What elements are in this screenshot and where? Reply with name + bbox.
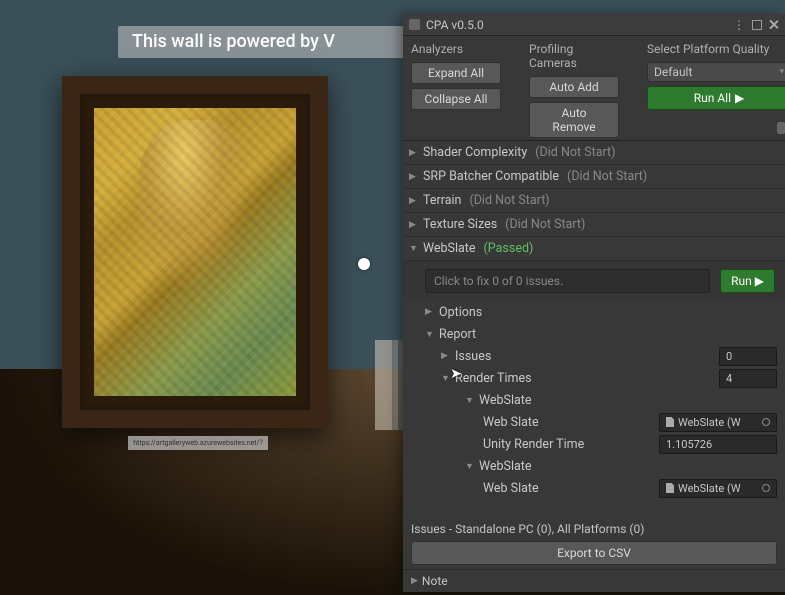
analyzer-tree: ▶ Shader Complexity (Did Not Start) ▶ SR…: [403, 140, 785, 499]
toolbar: Analyzers Expand All Collapse All Profil…: [403, 36, 785, 140]
cameras-header: Profiling Cameras: [529, 40, 619, 72]
render-times-value: 4: [719, 369, 777, 388]
maximize-icon[interactable]: [752, 20, 762, 30]
auto-remove-button[interactable]: Auto Remove: [529, 102, 619, 138]
expand-icon[interactable]: ▶: [409, 172, 419, 182]
webslate-group-1[interactable]: ▼ WebSlate: [403, 389, 785, 411]
run-button[interactable]: Run ▶: [720, 269, 775, 293]
collapse-icon[interactable]: ▼: [425, 329, 435, 340]
panel-footer: Issues - Standalone PC (0), All Platform…: [403, 517, 785, 592]
wall-banner: This wall is powered by V: [118, 26, 418, 58]
collapse-icon[interactable]: ▼: [409, 243, 419, 254]
expand-icon[interactable]: ▶: [411, 576, 418, 586]
expand-icon[interactable]: ▶: [409, 196, 419, 206]
auto-add-button[interactable]: Auto Add: [529, 76, 619, 98]
web-slate-field-2: Web Slate WebSlate (W: [403, 477, 785, 499]
asset-icon: [666, 417, 674, 427]
object-picker-icon[interactable]: [762, 484, 770, 492]
painting-caption: https://artgalleryweb.azurewebsites.net/…: [128, 436, 268, 450]
expand-all-button[interactable]: Expand All: [411, 62, 501, 84]
analyzers-header: Analyzers: [411, 40, 501, 58]
web-slate-value-1[interactable]: WebSlate (W: [659, 413, 777, 432]
collapse-icon[interactable]: ▼: [441, 373, 451, 384]
panel-title: CPA v0.5.0: [426, 18, 484, 32]
panel-icon: [409, 19, 420, 30]
analyzer-row-texture[interactable]: ▶ Texture Sizes (Did Not Start): [403, 213, 785, 237]
report-row[interactable]: ▼ Report: [403, 323, 785, 345]
run-all-button[interactable]: Run All▶: [647, 86, 785, 110]
web-slate-field-1: Web Slate WebSlate (W: [403, 411, 785, 433]
render-times-row[interactable]: ▼ Render Times 4: [403, 367, 785, 389]
collapse-icon[interactable]: ▼: [465, 395, 475, 406]
quality-select[interactable]: Default: [647, 62, 785, 82]
scrollbar-thumb[interactable]: [777, 122, 785, 134]
note-row[interactable]: ▶ Note: [403, 569, 785, 592]
expand-icon[interactable]: ▶: [425, 307, 435, 317]
export-csv-button[interactable]: Export to CSV: [411, 541, 777, 565]
issues-value: 0: [719, 347, 777, 366]
unity-render-time-1: Unity Render Time 1.105726: [403, 433, 785, 455]
webslate-group-2[interactable]: ▼ WebSlate: [403, 455, 785, 477]
analyzer-row-shader[interactable]: ▶ Shader Complexity (Did Not Start): [403, 141, 785, 165]
quality-header: Select Platform Quality: [647, 40, 785, 58]
collapse-icon[interactable]: ▼: [465, 461, 475, 472]
options-row[interactable]: ▶ Options: [403, 301, 785, 323]
issues-summary: Issues - Standalone PC (0), All Platform…: [403, 517, 785, 541]
crosshair: [358, 258, 370, 270]
unity-render-time-value-1: 1.105726: [659, 435, 777, 454]
expand-icon[interactable]: ▶: [441, 351, 451, 361]
analyzer-row-srp[interactable]: ▶ SRP Batcher Compatible (Did Not Start): [403, 165, 785, 189]
analyzer-row-webslate[interactable]: ▼ WebSlate (Passed): [403, 237, 785, 261]
fix-bar: Click to fix 0 of 0 issues. Run ▶: [403, 261, 785, 301]
painting-frame: [62, 76, 328, 428]
expand-icon[interactable]: ▶: [409, 148, 419, 158]
object-picker-icon[interactable]: [762, 418, 770, 426]
play-icon: ▶: [735, 91, 744, 105]
close-icon[interactable]: [768, 19, 779, 30]
issues-row[interactable]: ▶ Issues 0: [403, 345, 785, 367]
panel-titlebar: CPA v0.5.0 ⋮: [403, 14, 785, 36]
analyzer-row-terrain[interactable]: ▶ Terrain (Did Not Start): [403, 189, 785, 213]
play-icon: ▶: [755, 274, 764, 288]
expand-icon[interactable]: ▶: [409, 220, 419, 230]
kebab-menu-icon[interactable]: ⋮: [733, 18, 746, 32]
cpa-panel: CPA v0.5.0 ⋮ Analyzers Expand All Collap…: [403, 14, 785, 592]
asset-icon: [666, 483, 674, 493]
fix-issues-text[interactable]: Click to fix 0 of 0 issues.: [425, 269, 710, 293]
web-slate-value-2[interactable]: WebSlate (W: [659, 479, 777, 498]
painting-canvas: [94, 108, 296, 396]
collapse-all-button[interactable]: Collapse All: [411, 88, 501, 110]
